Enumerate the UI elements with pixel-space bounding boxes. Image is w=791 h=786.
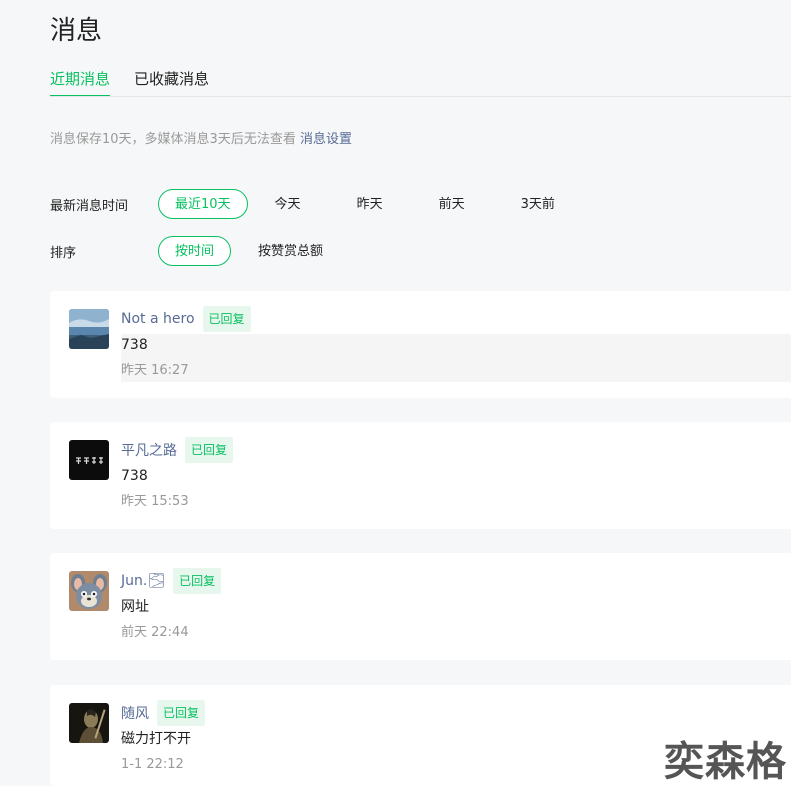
tab-bar: 近期消息 已收藏消息 [50, 68, 209, 97]
watermark: 奕森格 [664, 739, 787, 785]
message-time: 昨天 15:53 [121, 494, 189, 509]
message-settings-link[interactable]: 消息设置 [300, 132, 352, 147]
dark-text-avatar[interactable] [69, 440, 109, 480]
tab-recent-messages[interactable]: 近期消息 [50, 68, 111, 97]
message-card[interactable]: 平凡之路 已回复 738 昨天 15:53 [50, 422, 791, 529]
message-content: 738 [121, 468, 148, 484]
sender-nickname[interactable]: 平凡之路 [121, 440, 177, 460]
sender-nickname[interactable]: Jun.🌫 [121, 573, 165, 589]
cartoon-cat-avatar[interactable] [69, 571, 109, 611]
message-header: Jun.🌫 已回复 [121, 567, 222, 595]
tab-divider [50, 96, 791, 97]
dark-figure-avatar[interactable] [69, 703, 109, 743]
sort-filter-label: 排序 [50, 245, 77, 261]
sky-landscape-avatar[interactable] [69, 309, 109, 349]
message-card[interactable]: Not a hero 已回复 738 昨天 16:27 [50, 291, 791, 398]
hover-highlight [121, 334, 791, 382]
message-time: 1-1 22:12 [121, 757, 184, 772]
message-content: 738 [121, 337, 148, 353]
message-time: 昨天 16:27 [121, 363, 189, 378]
message-card[interactable]: Jun.🌫 已回复 网址 前天 22:44 [50, 553, 791, 660]
retention-notice-text: 消息保存10天，多媒体消息3天后无法查看 [50, 132, 300, 147]
filter-yesterday[interactable]: 昨天 [340, 189, 400, 219]
message-time: 前天 22:44 [121, 625, 189, 640]
time-filter-label: 最新消息时间 [50, 198, 129, 214]
filter-today[interactable]: 今天 [258, 189, 318, 219]
filter-last-10-days[interactable]: 最近10天 [158, 189, 248, 219]
replied-badge: 已回复 [173, 568, 222, 594]
message-header: 随风 已回复 [121, 699, 206, 727]
sort-by-reward-total[interactable]: 按赞赏总额 [241, 236, 340, 266]
message-content: 网址 [121, 599, 149, 615]
page-header: 消息 近期消息 已收藏消息 [0, 0, 791, 97]
retention-notice: 消息保存10天，多媒体消息3天后无法查看 消息设置 [50, 130, 352, 150]
sender-nickname[interactable]: 随风 [121, 703, 149, 723]
message-header: 平凡之路 已回复 [121, 436, 234, 464]
message-header: Not a hero 已回复 [121, 305, 251, 333]
sender-nickname[interactable]: Not a hero [121, 311, 195, 327]
replied-badge: 已回复 [202, 306, 251, 332]
page-title: 消息 [50, 16, 103, 46]
message-content: 磁力打不开 [121, 731, 191, 747]
sort-by-time[interactable]: 按时间 [158, 236, 232, 266]
filter-day-before-yesterday[interactable]: 前天 [422, 189, 482, 219]
filter-3-days-ago[interactable]: 3天前 [504, 189, 572, 219]
replied-badge: 已回复 [157, 700, 206, 726]
sort-filter-row: 排序 按时间 按赞赏总额 [50, 236, 340, 266]
replied-badge: 已回复 [185, 437, 234, 463]
tab-starred-messages[interactable]: 已收藏消息 [134, 68, 209, 97]
time-filter-row: 最新消息时间 最近10天 今天 昨天 前天 3天前 [50, 189, 572, 219]
